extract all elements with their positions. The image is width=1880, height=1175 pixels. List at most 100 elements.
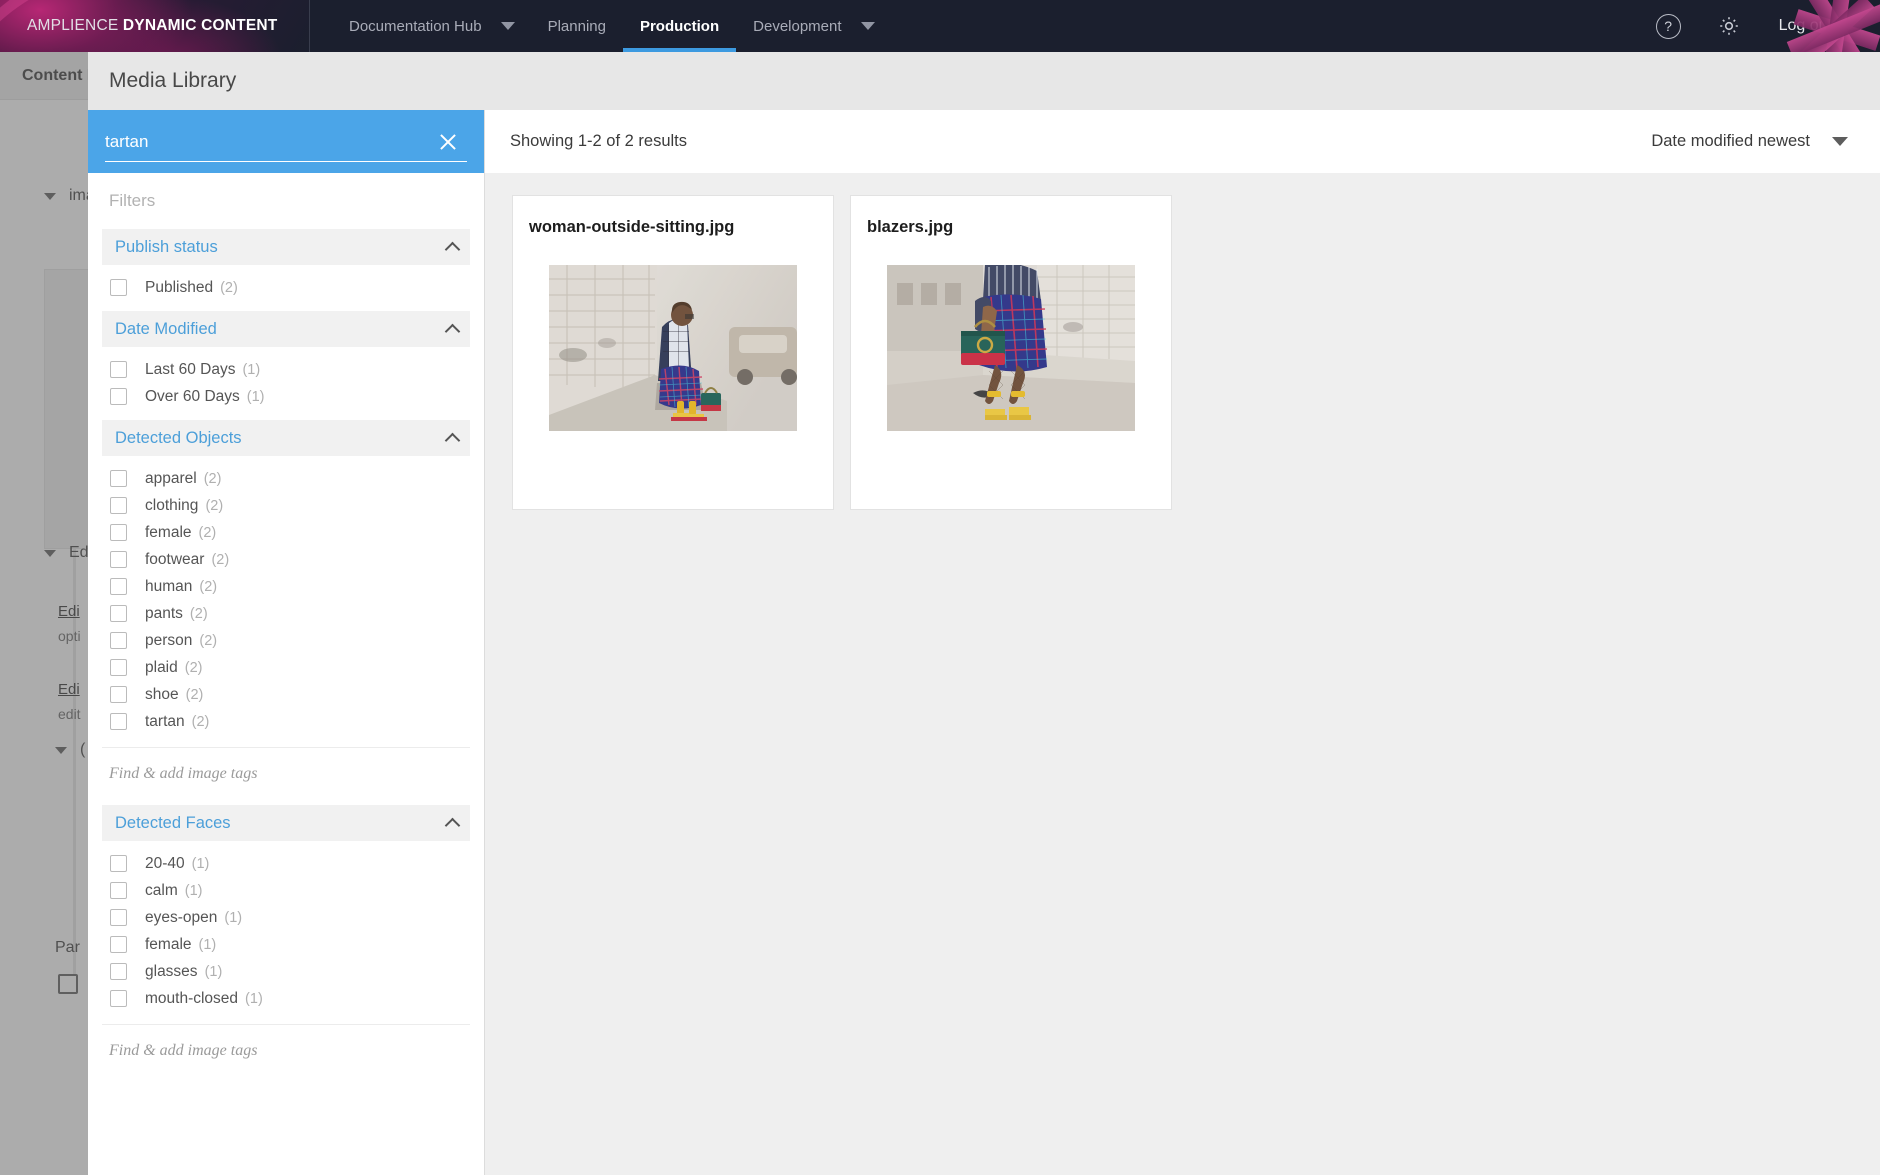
filter-section-header-detected-objects[interactable]: Detected Objects <box>102 420 470 456</box>
filter-option-last-60-days[interactable]: Last 60 Days (1) <box>88 356 484 383</box>
filter-section-title: Detected Faces <box>115 813 231 832</box>
checkbox[interactable] <box>110 990 127 1007</box>
checkbox[interactable] <box>110 279 127 296</box>
filter-option-clothing[interactable]: clothing (2) <box>88 492 484 519</box>
filter-option-label: mouth-closed <box>145 989 239 1007</box>
checkbox[interactable] <box>110 963 127 980</box>
brand-logo[interactable]: AMPLIENCE DYNAMIC CONTENT <box>0 0 310 52</box>
checkbox[interactable] <box>110 632 127 649</box>
search-input[interactable] <box>105 131 433 152</box>
filter-option-label: calm <box>145 881 178 899</box>
filter-option-count: (2) <box>205 497 224 514</box>
logout-button[interactable]: Log out <box>1779 17 1832 35</box>
filter-section-header-publish-status[interactable]: Publish status <box>102 229 470 265</box>
checkbox[interactable] <box>110 388 127 405</box>
media-library-modal: Media Library Filters Publish status <box>88 52 1880 1175</box>
checkbox[interactable] <box>110 551 127 568</box>
filter-section-title: Publish status <box>115 237 218 256</box>
checkbox[interactable] <box>110 882 127 899</box>
filter-option-count: (2) <box>189 605 208 622</box>
filter-option-over-60-days[interactable]: Over 60 Days (1) <box>88 383 484 410</box>
filter-option-shoe[interactable]: shoe (2) <box>88 681 484 708</box>
filter-option-label: tartan <box>145 712 185 730</box>
filter-option-label: human <box>145 577 193 595</box>
checkbox[interactable] <box>110 497 127 514</box>
filter-option-label: female <box>145 935 192 953</box>
image-tag-search-objects[interactable]: Find & add image tags <box>102 747 470 799</box>
filter-option-published[interactable]: Published (2) <box>88 274 484 301</box>
filter-option-label: 20-40 <box>145 854 185 872</box>
clear-search-icon[interactable] <box>433 127 463 157</box>
results-toolbar: Showing 1-2 of 2 results Date modified n… <box>485 110 1880 173</box>
filter-option-label: clothing <box>145 496 199 514</box>
filter-option-age-20-40[interactable]: 20-40 (1) <box>88 850 484 877</box>
filter-section-header-date-modified[interactable]: Date Modified <box>102 311 470 347</box>
help-icon[interactable]: ? <box>1655 13 1681 39</box>
filter-option-plaid[interactable]: plaid (2) <box>88 654 484 681</box>
filter-option-count: (2) <box>220 279 238 296</box>
checkbox[interactable] <box>110 855 127 872</box>
checkbox[interactable] <box>110 659 127 676</box>
filter-option-footwear[interactable]: footwear (2) <box>88 546 484 573</box>
filter-option-count: (2) <box>198 524 217 541</box>
image-tag-placeholder: Find & add image tags <box>109 1041 258 1059</box>
filter-option-label: pants <box>145 604 183 622</box>
filter-option-apparel[interactable]: apparel (2) <box>88 465 484 492</box>
filter-option-label: Published <box>145 278 214 296</box>
chevron-up-icon <box>444 817 461 833</box>
checkbox[interactable] <box>110 686 127 703</box>
checkbox[interactable] <box>110 470 127 487</box>
chevron-down-icon <box>1832 137 1848 146</box>
checkbox[interactable] <box>110 605 127 622</box>
filter-option-label: shoe <box>145 685 179 703</box>
checkbox[interactable] <box>110 713 127 730</box>
chevron-down-icon <box>860 22 875 30</box>
checkbox[interactable] <box>110 361 127 378</box>
modal-body: Filters Publish status Published (2) Dat… <box>88 110 1880 1175</box>
checkbox[interactable] <box>110 578 127 595</box>
checkbox[interactable] <box>110 524 127 541</box>
gear-icon[interactable] <box>1717 14 1741 38</box>
nav-caret-development[interactable] <box>859 0 891 52</box>
checkbox[interactable] <box>110 909 127 926</box>
filter-section-header-detected-faces[interactable]: Detected Faces <box>102 805 470 841</box>
help-glyph: ? <box>1664 18 1672 34</box>
filter-option-count: (1) <box>184 882 203 899</box>
media-card[interactable]: woman-outside-sitting.jpg <box>512 195 834 510</box>
filter-option-glasses[interactable]: glasses (1) <box>88 958 484 985</box>
filter-option-count: (2) <box>199 632 218 649</box>
filter-option-person[interactable]: person (2) <box>88 627 484 654</box>
sort-dropdown[interactable]: Date modified newest <box>1651 132 1848 151</box>
filter-option-female-object[interactable]: female (2) <box>88 519 484 546</box>
search-bar <box>88 110 484 173</box>
filters-scroll-area[interactable]: Filters Publish status Published (2) Dat… <box>88 173 484 1175</box>
checkbox[interactable] <box>110 936 127 953</box>
filter-section-title: Detected Objects <box>115 428 242 447</box>
nav-item-label: Development <box>753 17 842 35</box>
brand-light-text: AMPLIENCE <box>27 17 119 34</box>
filter-option-count: (1) <box>224 909 243 926</box>
nav-item-planning[interactable]: Planning <box>531 0 623 52</box>
nav-item-documentation-hub[interactable]: Documentation Hub <box>332 0 499 52</box>
nav-caret-documentation-hub[interactable] <box>499 0 531 52</box>
nav-items: Documentation Hub Planning Production De… <box>332 0 891 52</box>
filter-option-count: (2) <box>185 686 204 703</box>
filter-option-mouth-closed[interactable]: mouth-closed (1) <box>88 985 484 1012</box>
filter-section-title: Date Modified <box>115 319 217 338</box>
media-card[interactable]: blazers.jpg <box>850 195 1172 510</box>
nav-item-production[interactable]: Production <box>622 0 737 52</box>
filter-option-label: footwear <box>145 550 205 568</box>
image-tag-search-faces[interactable]: Find & add image tags <box>102 1024 470 1076</box>
modal-title: Media Library <box>109 69 237 92</box>
filter-option-calm[interactable]: calm (1) <box>88 877 484 904</box>
filter-option-tartan[interactable]: tartan (2) <box>88 708 484 735</box>
top-navigation-bar: AMPLIENCE DYNAMIC CONTENT Documentation … <box>0 0 1880 52</box>
nav-item-development[interactable]: Development <box>736 0 858 52</box>
chevron-up-icon <box>444 241 461 257</box>
filter-option-female-face[interactable]: female (1) <box>88 931 484 958</box>
filter-option-count: (1) <box>204 963 223 980</box>
filter-option-count: (2) <box>211 551 230 568</box>
filter-option-pants[interactable]: pants (2) <box>88 600 484 627</box>
filter-option-eyes-open[interactable]: eyes-open (1) <box>88 904 484 931</box>
filter-option-human[interactable]: human (2) <box>88 573 484 600</box>
